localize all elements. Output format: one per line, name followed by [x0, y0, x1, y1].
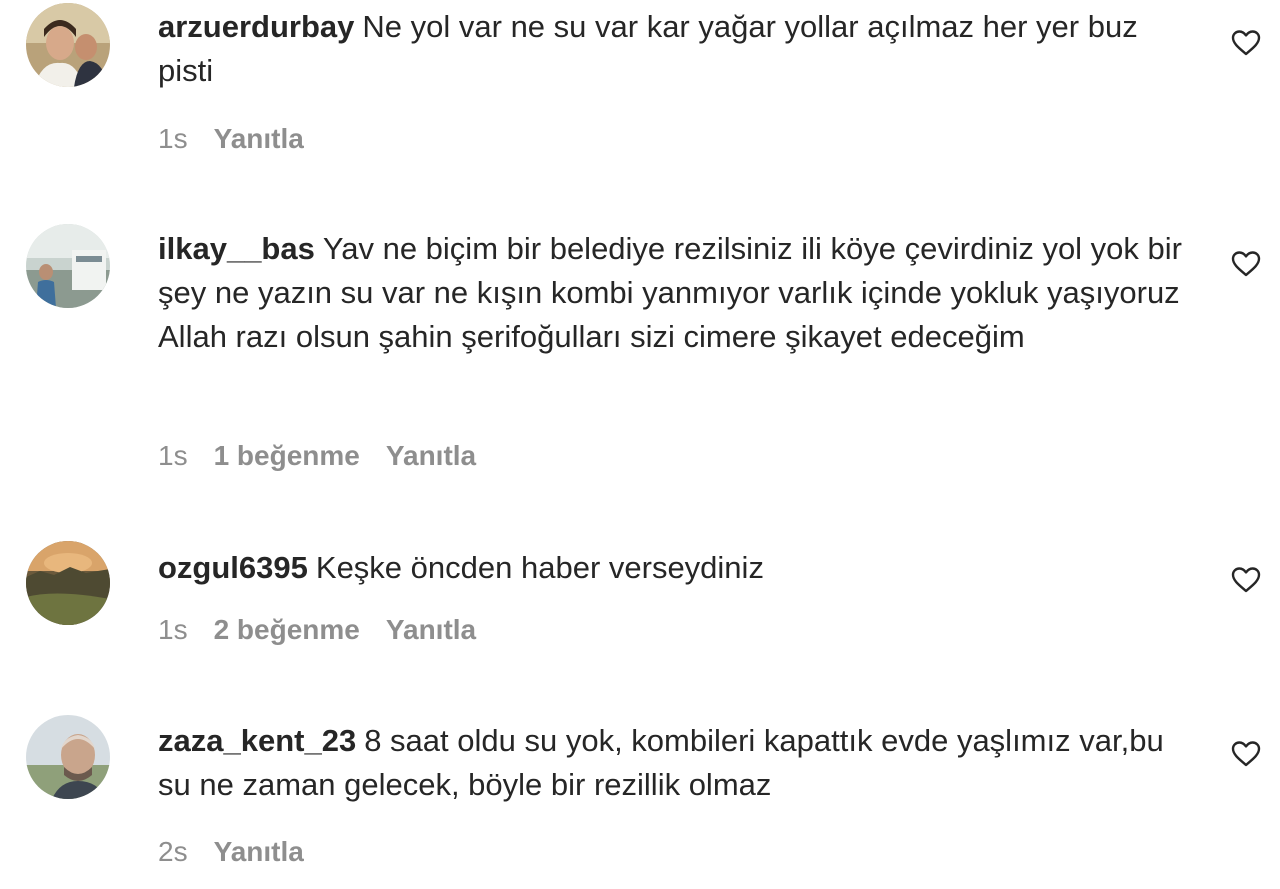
comment-username[interactable]: ozgul6395	[158, 550, 308, 585]
comment-meta: 1s Yanıtla	[158, 122, 330, 156]
avatar[interactable]	[26, 3, 110, 87]
likes-count[interactable]: 1 beğenme	[214, 440, 360, 471]
likes-count[interactable]: 2 beğenme	[214, 614, 360, 645]
comment-body: arzuerdurbay Ne yol var ne su var kar yağ…	[158, 5, 1188, 93]
comment-meta: 2s Yanıtla	[158, 835, 330, 869]
reply-button[interactable]: Yanıtla	[214, 123, 304, 154]
avatar-photo-3	[26, 541, 110, 625]
comment-time[interactable]: 1s	[158, 123, 188, 154]
comment-body: ozgul6395 Keşke öncden haber verseydiniz	[158, 546, 1188, 590]
comment-body: ilkay__bas Yav ne biçim bir belediye rezi…	[158, 227, 1188, 359]
avatar-photo-4	[26, 715, 110, 799]
comment-username[interactable]: arzuerdurbay	[158, 9, 354, 44]
comment-body: zaza_kent_23 8 saat oldu su yok, kombiler…	[158, 719, 1188, 807]
comment-text: zaza_kent_23 8 saat oldu su yok, kombiler…	[158, 719, 1188, 807]
comment-time[interactable]: 1s	[158, 440, 188, 471]
comment-meta: 1s 2 beğenme Yanıtla	[158, 613, 502, 647]
comment-text: ozgul6395 Keşke öncden haber verseydiniz	[158, 546, 1188, 590]
heart-outline-icon[interactable]	[1230, 27, 1262, 59]
avatar-photo-1	[26, 3, 110, 87]
heart-outline-icon[interactable]	[1230, 248, 1262, 280]
avatar-photo-2	[26, 224, 110, 308]
reply-button[interactable]: Yanıtla	[386, 614, 476, 645]
heart-outline-icon[interactable]	[1230, 738, 1262, 770]
avatar[interactable]	[26, 715, 110, 799]
reply-button[interactable]: Yanıtla	[386, 440, 476, 471]
comment-time[interactable]: 2s	[158, 836, 188, 867]
reply-button[interactable]: Yanıtla	[214, 836, 304, 867]
comment-time[interactable]: 1s	[158, 614, 188, 645]
comment-text: ilkay__bas Yav ne biçim bir belediye rezi…	[158, 227, 1188, 359]
comment-username[interactable]: ilkay__bas	[158, 231, 315, 266]
comment-meta: 1s 1 beğenme Yanıtla	[158, 439, 502, 473]
avatar[interactable]	[26, 224, 110, 308]
comment-message: Keşke öncden haber verseydiniz	[315, 550, 764, 585]
comment-text: arzuerdurbay Ne yol var ne su var kar yağ…	[158, 5, 1188, 93]
heart-outline-icon[interactable]	[1230, 564, 1262, 596]
comment-username[interactable]: zaza_kent_23	[158, 723, 356, 758]
avatar[interactable]	[26, 541, 110, 625]
